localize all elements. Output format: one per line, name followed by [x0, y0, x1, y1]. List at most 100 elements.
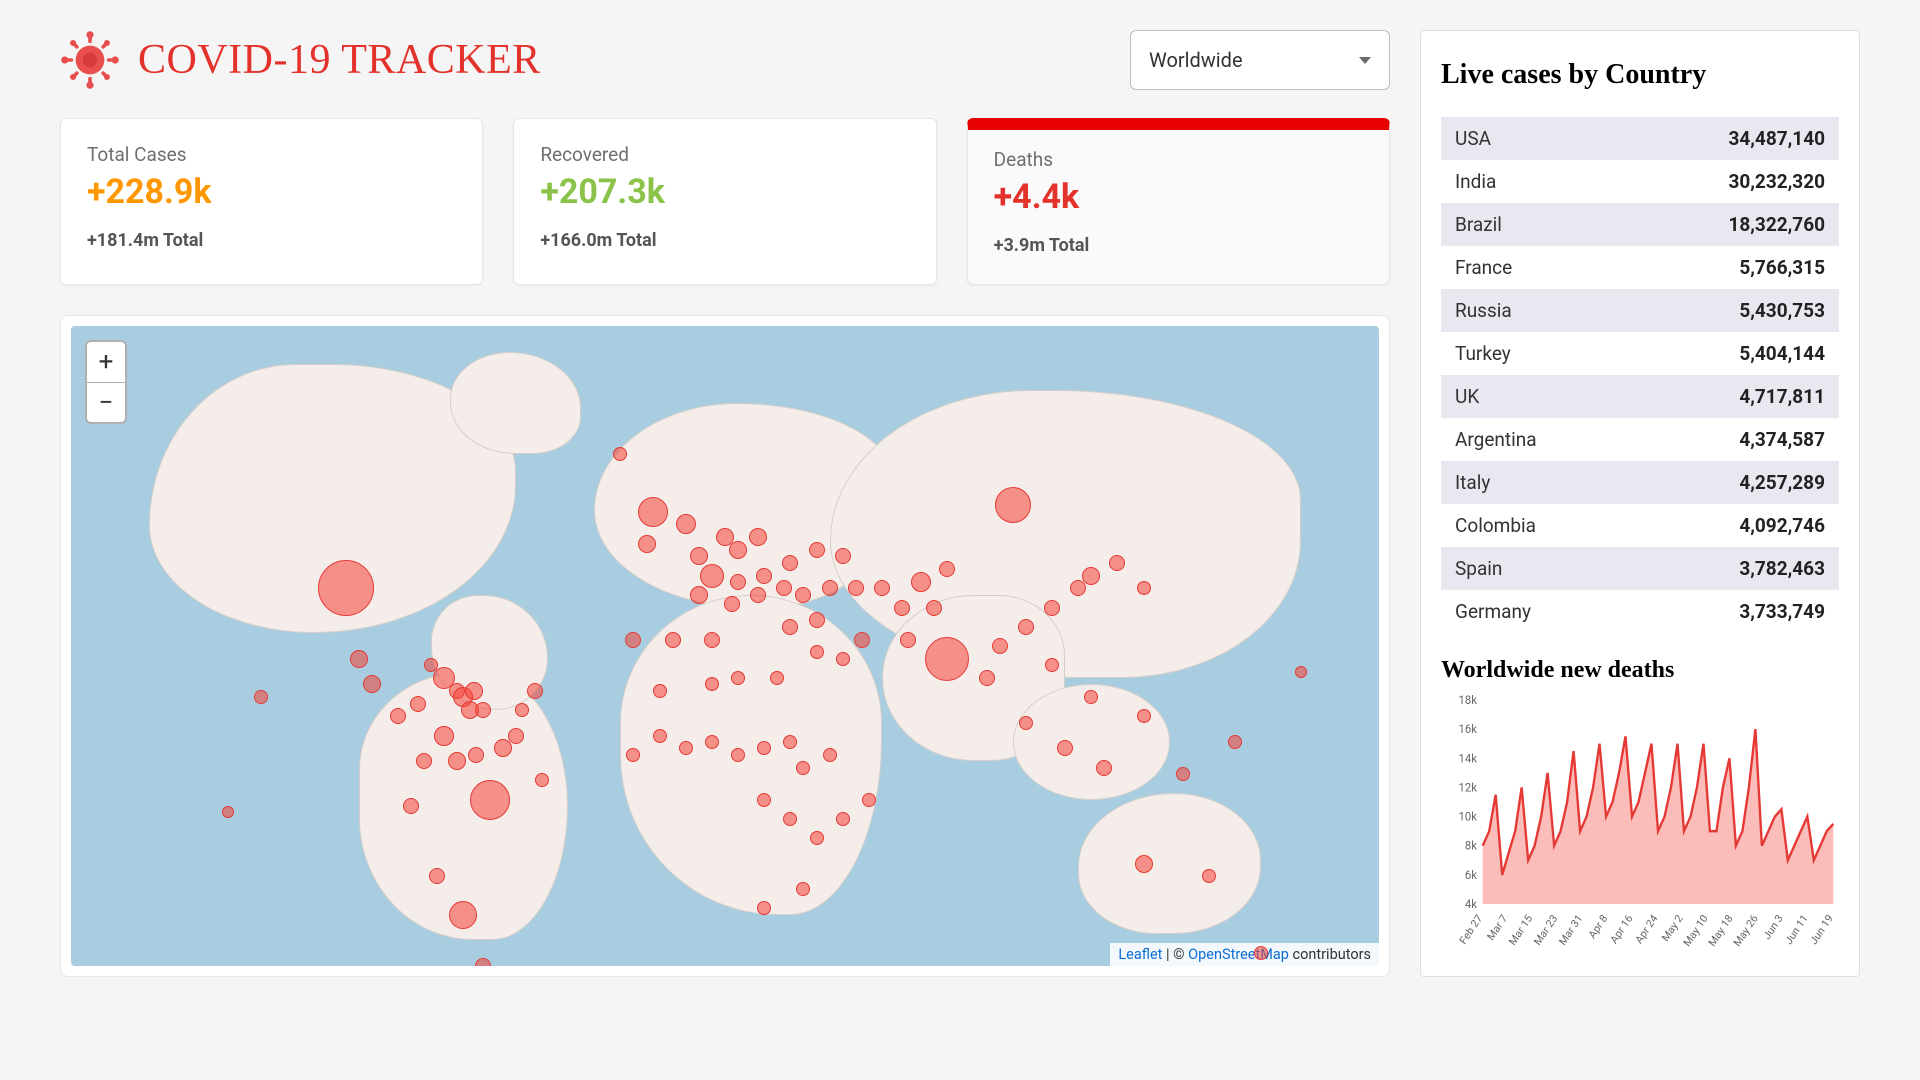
- case-circle[interactable]: [939, 561, 955, 577]
- table-row[interactable]: France5,766,315: [1441, 246, 1839, 289]
- case-circle[interactable]: [1084, 690, 1098, 704]
- case-circle[interactable]: [475, 958, 491, 966]
- case-circle[interactable]: [676, 514, 696, 534]
- case-circle[interactable]: [318, 560, 374, 616]
- table-row[interactable]: Turkey5,404,144: [1441, 332, 1839, 375]
- case-circle[interactable]: [638, 497, 668, 527]
- case-circle[interactable]: [665, 632, 681, 648]
- case-circle[interactable]: [770, 671, 784, 685]
- case-circle[interactable]: [1228, 735, 1242, 749]
- case-circle[interactable]: [527, 683, 543, 699]
- table-row[interactable]: USA34,487,140: [1441, 117, 1839, 160]
- case-circle[interactable]: [1135, 855, 1153, 873]
- case-circle[interactable]: [508, 728, 524, 744]
- case-circle[interactable]: [1254, 946, 1268, 960]
- case-circle[interactable]: [925, 637, 969, 681]
- table-row[interactable]: Colombia4,092,746: [1441, 504, 1839, 547]
- case-circle[interactable]: [475, 702, 491, 718]
- case-circle[interactable]: [894, 600, 910, 616]
- case-circle[interactable]: [638, 535, 656, 553]
- case-circle[interactable]: [625, 632, 641, 648]
- case-circle[interactable]: [979, 670, 995, 686]
- case-circle[interactable]: [729, 541, 747, 559]
- case-circle[interactable]: [494, 739, 512, 757]
- case-circle[interactable]: [1137, 709, 1151, 723]
- case-circle[interactable]: [810, 831, 824, 845]
- case-circle[interactable]: [416, 753, 432, 769]
- zoom-in-button[interactable]: +: [87, 342, 125, 382]
- region-selector[interactable]: Worldwide: [1130, 30, 1390, 90]
- case-circle[interactable]: [613, 447, 627, 461]
- case-circle[interactable]: [782, 619, 798, 635]
- case-circle[interactable]: [854, 632, 870, 648]
- case-circle[interactable]: [810, 645, 824, 659]
- country-table[interactable]: USA34,487,140India30,232,320Brazil18,322…: [1441, 117, 1839, 637]
- case-circle[interactable]: [468, 747, 484, 763]
- case-circle[interactable]: [730, 574, 746, 590]
- case-circle[interactable]: [626, 748, 640, 762]
- case-circle[interactable]: [862, 793, 876, 807]
- table-row[interactable]: Russia5,430,753: [1441, 289, 1839, 332]
- case-circle[interactable]: [809, 542, 825, 558]
- case-circle[interactable]: [350, 650, 368, 668]
- case-circle[interactable]: [926, 600, 942, 616]
- case-circle[interactable]: [465, 682, 483, 700]
- case-circle[interactable]: [704, 632, 720, 648]
- osm-link[interactable]: OpenStreetMap: [1188, 946, 1289, 963]
- case-circle[interactable]: [1096, 760, 1112, 776]
- case-circle[interactable]: [822, 580, 838, 596]
- case-circle[interactable]: [776, 580, 792, 596]
- case-circle[interactable]: [222, 806, 234, 818]
- case-circle[interactable]: [653, 729, 667, 743]
- case-circle[interactable]: [705, 677, 719, 691]
- case-circle[interactable]: [434, 726, 454, 746]
- world-map[interactable]: + − Leaflet | © OpenStreetMap contributo…: [71, 326, 1379, 966]
- table-row[interactable]: Germany3,733,749: [1441, 590, 1839, 633]
- case-circle[interactable]: [809, 612, 825, 628]
- case-circle[interactable]: [757, 741, 771, 755]
- case-circle[interactable]: [690, 586, 708, 604]
- case-circle[interactable]: [653, 684, 667, 698]
- case-circle[interactable]: [848, 580, 864, 596]
- case-circle[interactable]: [782, 555, 798, 571]
- case-circle[interactable]: [1019, 716, 1033, 730]
- card-cases[interactable]: Total Cases +228.9k +181.4m Total: [60, 118, 483, 285]
- case-circle[interactable]: [1018, 619, 1034, 635]
- case-circle[interactable]: [403, 798, 419, 814]
- case-circle[interactable]: [731, 671, 745, 685]
- case-circle[interactable]: [700, 564, 724, 588]
- case-circle[interactable]: [796, 882, 810, 896]
- case-circle[interactable]: [254, 690, 268, 704]
- leaflet-link[interactable]: Leaflet: [1118, 946, 1162, 963]
- case-circle[interactable]: [1044, 600, 1060, 616]
- card-deaths[interactable]: Deaths +4.4k +3.9m Total: [967, 118, 1390, 285]
- case-circle[interactable]: [874, 580, 890, 596]
- table-row[interactable]: Brazil18,322,760: [1441, 203, 1839, 246]
- case-circle[interactable]: [900, 632, 916, 648]
- case-circle[interactable]: [757, 793, 771, 807]
- case-circle[interactable]: [515, 703, 529, 717]
- card-recovered[interactable]: Recovered +207.3k +166.0m Total: [513, 118, 936, 285]
- table-row[interactable]: Argentina4,374,587: [1441, 418, 1839, 461]
- case-circle[interactable]: [756, 568, 772, 584]
- case-circle[interactable]: [449, 901, 477, 929]
- case-circle[interactable]: [995, 487, 1031, 523]
- case-circle[interactable]: [911, 572, 931, 592]
- table-row[interactable]: India30,232,320: [1441, 160, 1839, 203]
- case-circle[interactable]: [363, 675, 381, 693]
- case-circle[interactable]: [1070, 580, 1086, 596]
- case-circle[interactable]: [731, 748, 745, 762]
- case-circle[interactable]: [679, 741, 693, 755]
- case-circle[interactable]: [795, 587, 811, 603]
- case-circle[interactable]: [470, 780, 510, 820]
- case-circle[interactable]: [410, 696, 426, 712]
- table-row[interactable]: UK4,717,811: [1441, 375, 1839, 418]
- case-circle[interactable]: [429, 868, 445, 884]
- case-circle[interactable]: [749, 528, 767, 546]
- case-circle[interactable]: [836, 812, 850, 826]
- case-circle[interactable]: [1176, 767, 1190, 781]
- case-circle[interactable]: [535, 773, 549, 787]
- case-circle[interactable]: [724, 596, 740, 612]
- table-row[interactable]: Italy4,257,289: [1441, 461, 1839, 504]
- case-circle[interactable]: [836, 652, 850, 666]
